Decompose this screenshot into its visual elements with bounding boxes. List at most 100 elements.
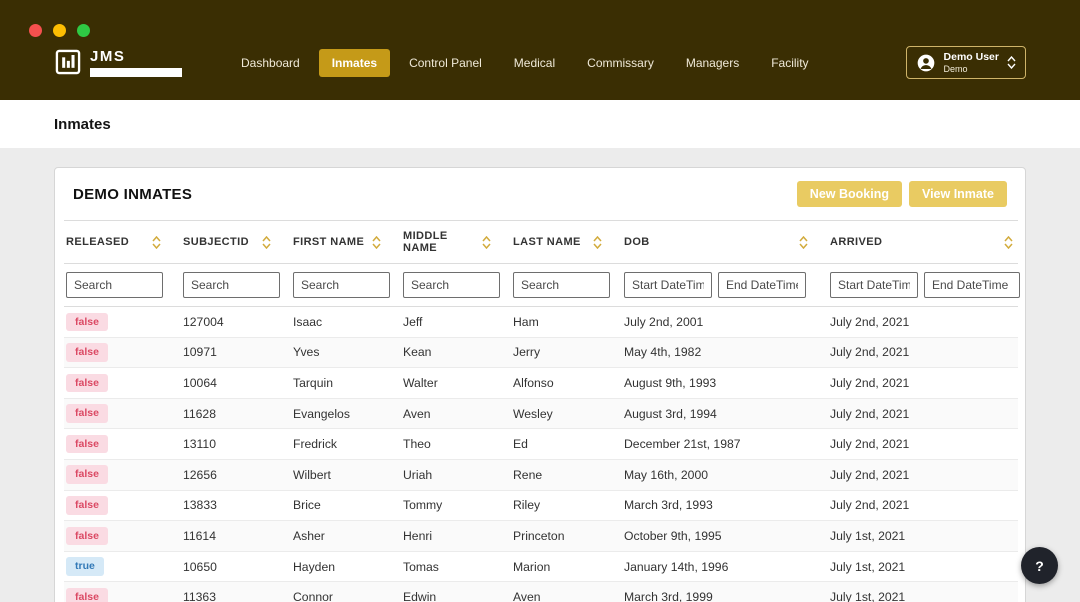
filter-search-released[interactable] (66, 272, 163, 298)
header-main: JMS Dashboard Inmates Control Panel Medical… (0, 37, 1080, 80)
filter-end-dob[interactable] (718, 272, 806, 298)
cell-dob: August 9th, 1993 (622, 367, 828, 399)
cell-arrived: July 2nd, 2021 (828, 428, 1018, 460)
cell-subjectid: 10064 (181, 367, 291, 399)
filter-search-last_name[interactable] (513, 272, 610, 298)
column-header-arrived[interactable]: ARRIVED (828, 220, 1018, 264)
cell-middle_name: Walter (401, 367, 511, 399)
table-header-row: RELEASED SUBJECTID FIRST NAME MIDDLE NAME LA… (64, 220, 1018, 264)
sort-icon[interactable] (482, 235, 491, 249)
table-row[interactable]: false 127004 Isaac Jeff Ham July 2nd, 2001 Jul… (64, 306, 1018, 338)
cell-released: false (64, 367, 181, 399)
cell-first_name: Connor (291, 581, 401, 602)
nav-item-control-panel[interactable]: Control Panel (396, 49, 495, 77)
cell-first_name: Fredrick (291, 428, 401, 460)
column-header-first_name[interactable]: FIRST NAME (291, 220, 401, 264)
cell-arrived: July 1st, 2021 (828, 581, 1018, 602)
cell-released: false (64, 428, 181, 460)
cell-dob: October 9th, 1995 (622, 520, 828, 552)
cell-arrived: July 2nd, 2021 (828, 490, 1018, 522)
cell-last_name: Rene (511, 459, 622, 491)
cell-middle_name: Kean (401, 337, 511, 369)
column-header-subjectid[interactable]: SUBJECTID (181, 220, 291, 264)
cell-arrived: July 1st, 2021 (828, 520, 1018, 552)
nav-item-inmates[interactable]: Inmates (318, 48, 391, 77)
user-menu[interactable]: Demo User Demo (905, 46, 1026, 80)
filter-end-arrived[interactable] (924, 272, 1020, 298)
released-badge: false (66, 404, 108, 423)
filter-cell-first_name (291, 263, 401, 307)
released-badge: false (66, 496, 108, 515)
sort-icon[interactable] (262, 235, 271, 249)
column-label-middle_name: MIDDLE NAME (403, 230, 448, 254)
cell-arrived: July 1st, 2021 (828, 551, 1018, 583)
cell-subjectid: 127004 (181, 306, 291, 338)
column-header-released[interactable]: RELEASED (64, 220, 181, 264)
table-row[interactable]: true 10650 Hayden Tomas Marion January 14th, … (64, 551, 1018, 583)
cell-middle_name: Henri (401, 520, 511, 552)
help-button[interactable]: ? (1021, 547, 1058, 584)
minimize-button[interactable] (53, 24, 66, 37)
table-row[interactable]: false 12656 Wilbert Uriah Rene May 16th, 2000… (64, 459, 1018, 491)
cell-released: true (64, 551, 181, 583)
cell-arrived: July 2nd, 2021 (828, 398, 1018, 430)
column-header-last_name[interactable]: LAST NAME (511, 220, 622, 264)
column-header-middle_name[interactable]: MIDDLE NAME (401, 220, 511, 264)
nav-item-facility[interactable]: Facility (758, 49, 821, 77)
filter-cell-arrived (828, 263, 1020, 307)
nav-item-commissary[interactable]: Commissary (574, 49, 667, 77)
cell-last_name: Jerry (511, 337, 622, 369)
table-row[interactable]: false 13110 Fredrick Theo Ed December 21st, 1… (64, 428, 1018, 460)
column-label-dob: DOB (624, 236, 650, 248)
filter-start-arrived[interactable] (830, 272, 918, 298)
table-row[interactable]: false 10971 Yves Kean Jerry May 4th, 1982 July… (64, 337, 1018, 369)
filter-cell-middle_name (401, 263, 511, 307)
table-row[interactable]: false 11614 Asher Henri Princeton October 9th… (64, 520, 1018, 552)
sort-icon[interactable] (372, 235, 381, 249)
sort-icon[interactable] (1004, 235, 1013, 249)
released-badge: false (66, 434, 108, 454)
filter-search-subjectid[interactable] (183, 272, 280, 298)
cell-arrived: July 2nd, 2021 (828, 337, 1018, 369)
sort-icon[interactable] (593, 235, 602, 249)
table-body: false 127004 Isaac Jeff Ham July 2nd, 2001 Jul… (64, 306, 1018, 602)
maximize-button[interactable] (77, 24, 90, 37)
nav-item-medical[interactable]: Medical (501, 49, 568, 77)
released-badge: false (66, 587, 108, 602)
sort-icon[interactable] (799, 235, 808, 249)
cell-last_name: Aven (511, 581, 622, 602)
card-header: DEMO INMATES New Booking View Inmate (55, 168, 1025, 220)
nav-item-dashboard[interactable]: Dashboard (228, 49, 313, 77)
table-row[interactable]: false 11363 Connor Edwin Aven March 3rd, 1999… (64, 581, 1018, 602)
cell-dob: August 3rd, 1994 (622, 398, 828, 430)
cell-first_name: Yves (291, 337, 401, 369)
filter-cell-dob (622, 263, 828, 307)
column-header-dob[interactable]: DOB (622, 220, 828, 264)
table-row[interactable]: false 13833 Brice Tommy Riley March 3rd, 1993… (64, 490, 1018, 522)
filter-cell-last_name (511, 263, 622, 307)
cell-middle_name: Edwin (401, 581, 511, 602)
filter-start-dob[interactable] (624, 272, 712, 298)
table-row[interactable]: false 11628 Evangelos Aven Wesley August 3rd,… (64, 398, 1018, 430)
close-button[interactable] (29, 24, 42, 37)
cell-first_name: Hayden (291, 551, 401, 583)
cell-dob: March 3rd, 1999 (622, 581, 828, 602)
brand-name: JMS (90, 48, 126, 66)
cell-first_name: Evangelos (291, 398, 401, 430)
cell-released: false (64, 520, 181, 552)
cell-subjectid: 11363 (181, 581, 291, 602)
jms-logo-icon (55, 49, 81, 75)
table-row[interactable]: false 10064 Tarquin Walter Alfonso August 9th… (64, 367, 1018, 399)
new-booking-button[interactable]: New Booking (796, 181, 902, 207)
filter-cell-released (64, 263, 181, 307)
filter-search-first_name[interactable] (293, 272, 390, 298)
cell-subjectid: 10971 (181, 337, 291, 369)
cell-subjectid: 13110 (181, 428, 291, 460)
nav-item-managers[interactable]: Managers (673, 49, 752, 77)
user-icon (917, 54, 934, 72)
view-inmate-button[interactable]: View Inmate (908, 181, 1007, 207)
brand-bar (90, 68, 182, 78)
sort-icon[interactable] (152, 235, 161, 249)
filter-search-middle_name[interactable] (403, 272, 500, 298)
user-name: Demo User (943, 51, 999, 63)
